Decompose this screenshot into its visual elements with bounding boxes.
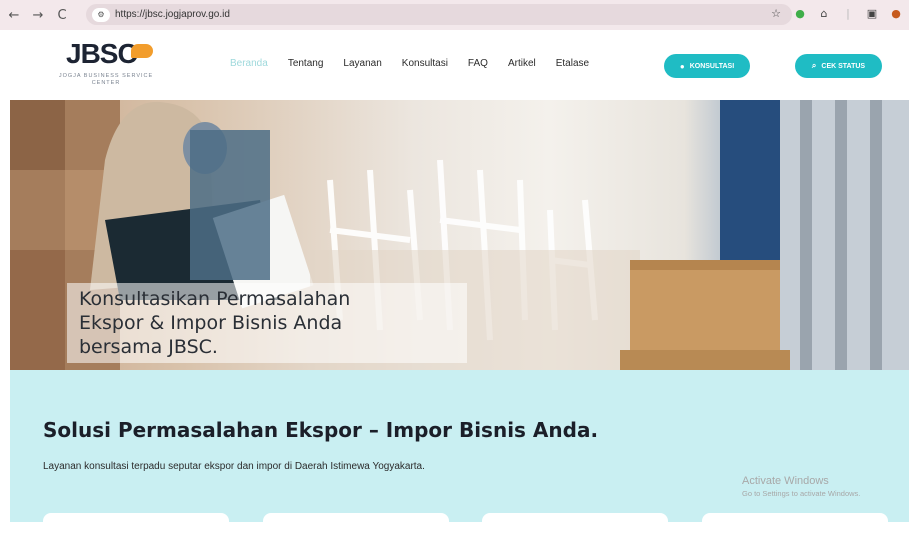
- extension-icon[interactable]: ●: [793, 6, 807, 20]
- divider-icon: |: [846, 6, 850, 20]
- menu-item-faq[interactable]: FAQ: [468, 58, 488, 69]
- forward-icon[interactable]: →: [28, 5, 48, 25]
- toolbar-icons: ☆ ● ⌂ | ▣ ●: [769, 6, 903, 20]
- watermark-line-2: Go to Settings to activate Windows.: [742, 489, 861, 498]
- logo-swoosh-icon: [131, 44, 153, 58]
- konsultasi-button[interactable]: ● KONSULTASI: [664, 54, 750, 78]
- site-info-icon[interactable]: ⚙: [92, 7, 110, 22]
- watermark-line-1: Activate Windows: [742, 475, 829, 487]
- bookmark-star-icon[interactable]: ☆: [769, 6, 783, 20]
- menu-item-artikel[interactable]: Artikel: [508, 58, 536, 69]
- extensions-puzzle-icon[interactable]: ⌂: [817, 6, 831, 20]
- cek-status-button-label: CEK STATUS: [821, 62, 866, 70]
- hero-line-1: Konsultasikan Permasalahan: [79, 288, 351, 310]
- search-icon: ⌕: [811, 61, 817, 70]
- hero-line-2: Ekspor & Impor Bisnis Anda: [79, 312, 343, 334]
- hero-headline: Konsultasikan Permasalahan Ekspor & Impo…: [67, 283, 467, 363]
- solution-section: Solusi Permasalahan Ekspor – Impor Bisni…: [10, 370, 909, 533]
- back-icon[interactable]: ←: [4, 5, 24, 25]
- service-card[interactable]: [702, 513, 888, 533]
- url-text[interactable]: https://jbsc.jogjaprov.go.id: [115, 9, 230, 20]
- main-menu: Beranda Tentang Layanan Konsultasi FAQ A…: [230, 58, 609, 69]
- cek-status-button[interactable]: ⌕ CEK STATUS: [795, 54, 882, 78]
- menu-item-beranda[interactable]: Beranda: [230, 58, 268, 69]
- section-title: Solusi Permasalahan Ekspor – Impor Bisni…: [43, 418, 599, 442]
- address-bar[interactable]: ⚙ https://jbsc.jogjaprov.go.id: [86, 4, 792, 25]
- site-header: JBSC JOGJA BUSINESS SERVICE CENTER Beran…: [0, 30, 909, 100]
- menu-item-konsultasi[interactable]: Konsultasi: [402, 58, 448, 69]
- browser-toolbar: ← → C ⚙ https://jbsc.jogjaprov.go.id ☆ ●…: [0, 0, 909, 30]
- hero-line-3: bersama JBSC.: [79, 336, 218, 358]
- konsultasi-button-label: KONSULTASI: [689, 62, 735, 70]
- reload-icon[interactable]: C: [52, 5, 72, 25]
- service-card[interactable]: [43, 513, 229, 533]
- jbsc-logo[interactable]: JBSC JOGJA BUSINESS SERVICE CENTER: [58, 38, 168, 90]
- profile-icon[interactable]: ●: [889, 6, 903, 20]
- hero-banner: Konsultasikan Permasalahan Ekspor & Impo…: [10, 100, 909, 370]
- section-description: Layanan konsultasi terpadu seputar ekspo…: [43, 461, 425, 472]
- logo-text: JBSC: [66, 38, 138, 69]
- activate-windows-watermark: Activate Windows Go to Settings to activ…: [742, 475, 860, 498]
- menu-item-etalase[interactable]: Etalase: [556, 58, 589, 69]
- sidepanel-icon[interactable]: ▣: [865, 6, 879, 20]
- service-card[interactable]: [482, 513, 668, 533]
- logo-subtitle: JOGJA BUSINESS SERVICE CENTER: [58, 73, 154, 86]
- menu-item-layanan[interactable]: Layanan: [343, 58, 381, 69]
- chat-icon: ●: [679, 61, 685, 71]
- menu-item-tentang[interactable]: Tentang: [288, 58, 324, 69]
- service-card[interactable]: [263, 513, 449, 533]
